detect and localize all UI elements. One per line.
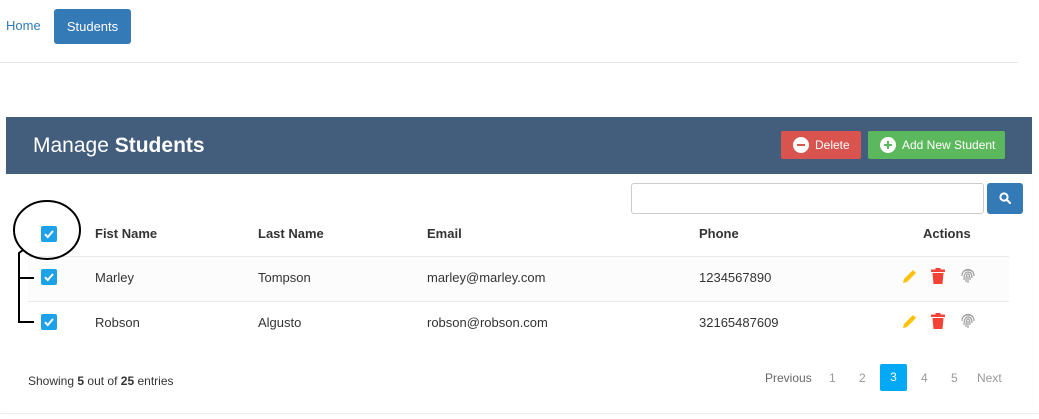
cell-email: robson@robson.com [427, 315, 548, 330]
cell-email: marley@marley.com [427, 270, 546, 285]
header-phone[interactable]: Phone [699, 226, 739, 241]
nav-divider [0, 62, 1018, 63]
panel-header: Manage Students Delete Add New Student [6, 117, 1032, 174]
cell-phone: 1234567890 [699, 270, 772, 285]
plus-circle-icon [880, 137, 896, 153]
cell-first-name: Robson [95, 315, 140, 330]
row-divider [28, 301, 1009, 302]
pagination-previous[interactable]: Previous [765, 371, 812, 385]
pagination-next[interactable]: Next [977, 371, 1002, 385]
trash-icon[interactable] [931, 268, 945, 285]
header-last-name[interactable]: Last Name [258, 226, 324, 241]
trash-icon[interactable] [931, 313, 945, 330]
showing-total: 25 [120, 374, 135, 388]
nav-home-link[interactable]: Home [6, 18, 41, 33]
search-icon [999, 192, 1011, 204]
page-title: Manage Students [33, 134, 205, 158]
header-first-name[interactable]: Fist Name [95, 226, 157, 241]
add-new-student-button[interactable]: Add New Student [868, 131, 1005, 159]
cell-phone: 32165487609 [699, 315, 779, 330]
check-icon [44, 273, 54, 282]
showing-entries-text: Showing 5 out of 25 entries [28, 374, 174, 388]
fingerprint-icon[interactable] [960, 312, 976, 330]
delete-button[interactable]: Delete [781, 131, 861, 159]
pagination-page-1[interactable]: 1 [829, 371, 836, 385]
pencil-icon[interactable] [901, 268, 918, 285]
header-actions: Actions [923, 226, 971, 241]
cell-last-name: Algusto [258, 315, 302, 330]
add-button-label: Add New Student [902, 138, 996, 152]
nav-students-tab[interactable]: Students [54, 9, 131, 44]
search-button[interactable] [987, 183, 1023, 214]
check-icon [44, 318, 54, 327]
panel-bottom-border [0, 413, 1039, 414]
search-input[interactable] [631, 183, 984, 214]
title-bold: Students [114, 134, 205, 157]
showing-count: 5 [77, 374, 85, 388]
header-email[interactable]: Email [427, 226, 462, 241]
pencil-icon[interactable] [901, 313, 918, 330]
check-icon [44, 230, 54, 239]
pagination-page-4[interactable]: 4 [921, 371, 928, 385]
select-all-checkbox[interactable] [41, 226, 57, 242]
cell-last-name: Tompson [258, 270, 311, 285]
pagination-page-5[interactable]: 5 [951, 371, 958, 385]
showing-suffix: entries [137, 374, 174, 388]
showing-mid: out of [87, 374, 118, 388]
row-checkbox[interactable] [41, 314, 57, 330]
showing-prefix: Showing [28, 374, 75, 388]
pagination-page-2[interactable]: 2 [859, 371, 866, 385]
pagination-page-3[interactable]: 3 [880, 364, 907, 391]
minus-circle-icon [793, 137, 809, 153]
cell-first-name: Marley [95, 270, 135, 285]
title-light: Manage [33, 134, 109, 157]
fingerprint-icon[interactable] [960, 267, 976, 285]
row-checkbox[interactable] [41, 269, 57, 285]
delete-button-label: Delete [815, 138, 850, 152]
top-nav: Home Students [0, 0, 1039, 52]
